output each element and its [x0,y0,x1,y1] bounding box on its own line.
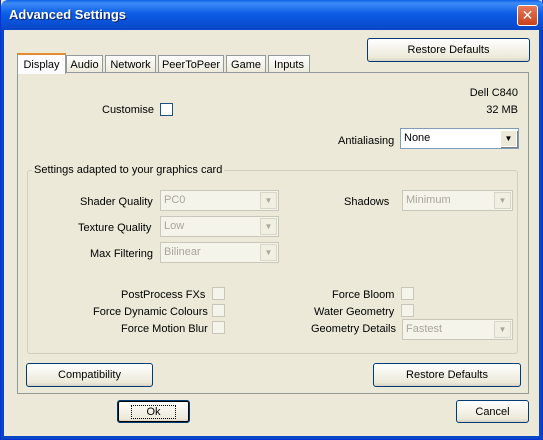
gpu-name: Dell C840 [469,87,518,99]
restore-defaults-panel-button[interactable]: Restore Defaults [373,363,521,387]
compatibility-button[interactable]: Compatibility [26,363,153,387]
tab-audio[interactable]: Audio [66,55,103,73]
restore-defaults-top-label: Restore Defaults [407,44,490,56]
tab-peertopeer-label: PeerToPeer [161,58,221,71]
motion-blur-label: Force Motion Blur [121,323,208,335]
tab-network-label: Network [110,58,151,71]
shader-quality-select: PC0 ▼ [160,190,279,211]
chevron-down-icon: ▼ [494,321,511,338]
shader-quality-label: Shader Quality [80,196,153,208]
postprocess-label: PostProcess FXs [121,289,206,301]
tab-game-label: Game [231,58,261,71]
close-button[interactable]: ✕ [517,5,538,26]
motion-blur-checkbox[interactable] [212,321,225,334]
bloom-label: Force Bloom [332,289,395,301]
antialiasing-value: None [404,132,431,144]
chevron-down-icon[interactable]: ▼ [500,130,517,147]
gpu-memory: 32 MB [486,104,518,116]
dynamic-colours-label: Force Dynamic Colours [93,306,208,318]
geometry-details-label: Geometry Details [311,323,396,335]
restore-defaults-top-button[interactable]: Restore Defaults [367,38,530,62]
dynamic-colours-checkbox[interactable] [212,304,225,317]
shadows-label: Shadows [344,196,390,208]
window-border-bottom [1,436,543,439]
texture-quality-select: Low ▼ [160,216,279,237]
chevron-down-icon: ▼ [494,192,511,209]
tab-inputs[interactable]: Inputs [268,55,310,73]
advanced-settings-window: Advanced Settings ✕ Restore Defaults Dis… [0,0,543,440]
bloom-checkbox[interactable] [401,287,414,300]
geometry-details-select: Fastest ▼ [402,319,513,340]
postprocess-checkbox[interactable] [212,287,225,300]
customise-checkbox[interactable] [160,103,173,116]
texture-quality-value: Low [164,220,185,232]
chevron-down-icon: ▼ [260,192,277,209]
tab-audio-label: Audio [70,58,99,71]
ok-label: Ok [131,404,176,419]
geometry-details-value: Fastest [406,323,443,335]
title-bar[interactable]: Advanced Settings ✕ [1,0,543,30]
shadows-select: Minimum ▼ [402,190,513,211]
group-title: Settings adapted to your graphics card [32,164,225,176]
compatibility-label: Compatibility [58,369,121,381]
antialiasing-label: Antialiasing [338,135,395,147]
shader-quality-value: PC0 [164,194,186,206]
texture-quality-label: Texture Quality [78,222,152,234]
close-icon: ✕ [521,7,534,23]
window-border-left [1,30,4,440]
cancel-button[interactable]: Cancel [456,400,529,423]
restore-defaults-panel-label: Restore Defaults [406,369,488,381]
max-filtering-value: Bilinear [164,246,201,258]
ok-button[interactable]: Ok [117,400,190,423]
window-title: Advanced Settings [9,7,127,22]
tab-network[interactable]: Network [105,55,156,73]
chevron-down-icon: ▼ [260,244,277,261]
water-geometry-label: Water Geometry [314,306,395,318]
antialiasing-select[interactable]: None ▼ [400,128,519,149]
tab-display[interactable]: Display [17,53,66,74]
customise-label: Customise [102,104,154,116]
tab-peertopeer[interactable]: PeerToPeer [158,55,224,73]
display-panel-body: Dell C840 32 MB Customise Antialiasing N… [18,73,528,393]
water-geometry-checkbox[interactable] [401,304,414,317]
tab-inputs-label: Inputs [274,58,304,71]
cancel-label: Cancel [475,405,510,418]
shadows-value: Minimum [406,194,451,206]
tab-game[interactable]: Game [226,55,266,73]
max-filtering-select: Bilinear ▼ [160,242,279,263]
chevron-down-icon: ▼ [260,218,277,235]
max-filtering-label: Max Filtering [90,248,153,260]
display-panel: Dell C840 32 MB Customise Antialiasing N… [17,72,529,394]
window-border-right [539,30,542,440]
tab-display-label: Display [23,58,60,71]
